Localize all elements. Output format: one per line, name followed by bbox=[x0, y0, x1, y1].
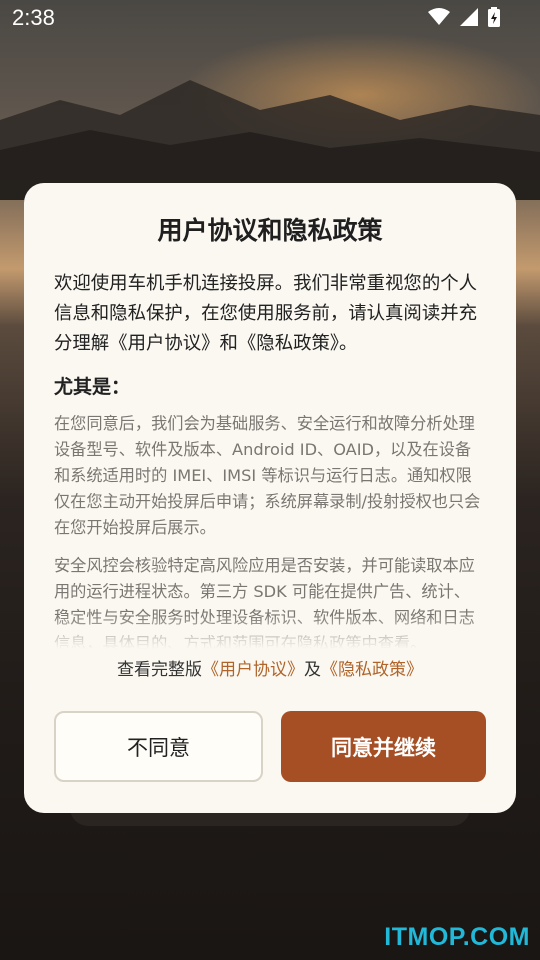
site-watermark: ITMOP.COM bbox=[384, 923, 530, 951]
status-bar: 2:38 bbox=[0, 0, 540, 38]
policy-scroll-area[interactable]: 在您同意后，我们会为基础服务、安全运行和故障分析处理设备型号、软件及版本、And… bbox=[54, 411, 486, 649]
privacy-dialog: 用户协议和隐私政策 欢迎使用车机手机连接投屏。我们非常重视您的个人信息和隐私保护… bbox=[24, 183, 516, 813]
mountain-silhouette bbox=[0, 80, 540, 200]
wifi-icon bbox=[428, 8, 450, 26]
user-agreement-link[interactable]: 《用户协议》 bbox=[202, 660, 304, 680]
scroll-fade bbox=[54, 615, 486, 649]
policy-paragraph: 在您同意后，我们会为基础服务、安全运行和故障分析处理设备型号、软件及版本、And… bbox=[54, 414, 481, 537]
emphasis-heading: 尤其是： bbox=[54, 376, 131, 398]
accept-continue-button[interactable]: 同意并继续 bbox=[281, 711, 486, 782]
links-and: 及 bbox=[304, 660, 321, 680]
privacy-policy-link[interactable]: 《隐私政策》 bbox=[321, 660, 423, 680]
links-prefix: 查看完整版 bbox=[117, 660, 202, 680]
full-policy-links: 查看完整版《用户协议》及《隐私政策》 bbox=[54, 657, 486, 683]
dialog-intro-text: 欢迎使用车机手机连接投屏。我们非常重视您的个人信息和隐私保护，在您使用服务前，请… bbox=[54, 273, 477, 354]
dialog-title: 用户协议和隐私政策 bbox=[157, 216, 383, 245]
status-time: 2:38 bbox=[12, 5, 55, 30]
decline-button[interactable]: 不同意 bbox=[54, 711, 263, 782]
dialog-buttons: 不同意 同意并继续 bbox=[54, 711, 486, 782]
cell-signal-icon bbox=[460, 8, 478, 26]
battery-charging-icon bbox=[488, 7, 500, 27]
